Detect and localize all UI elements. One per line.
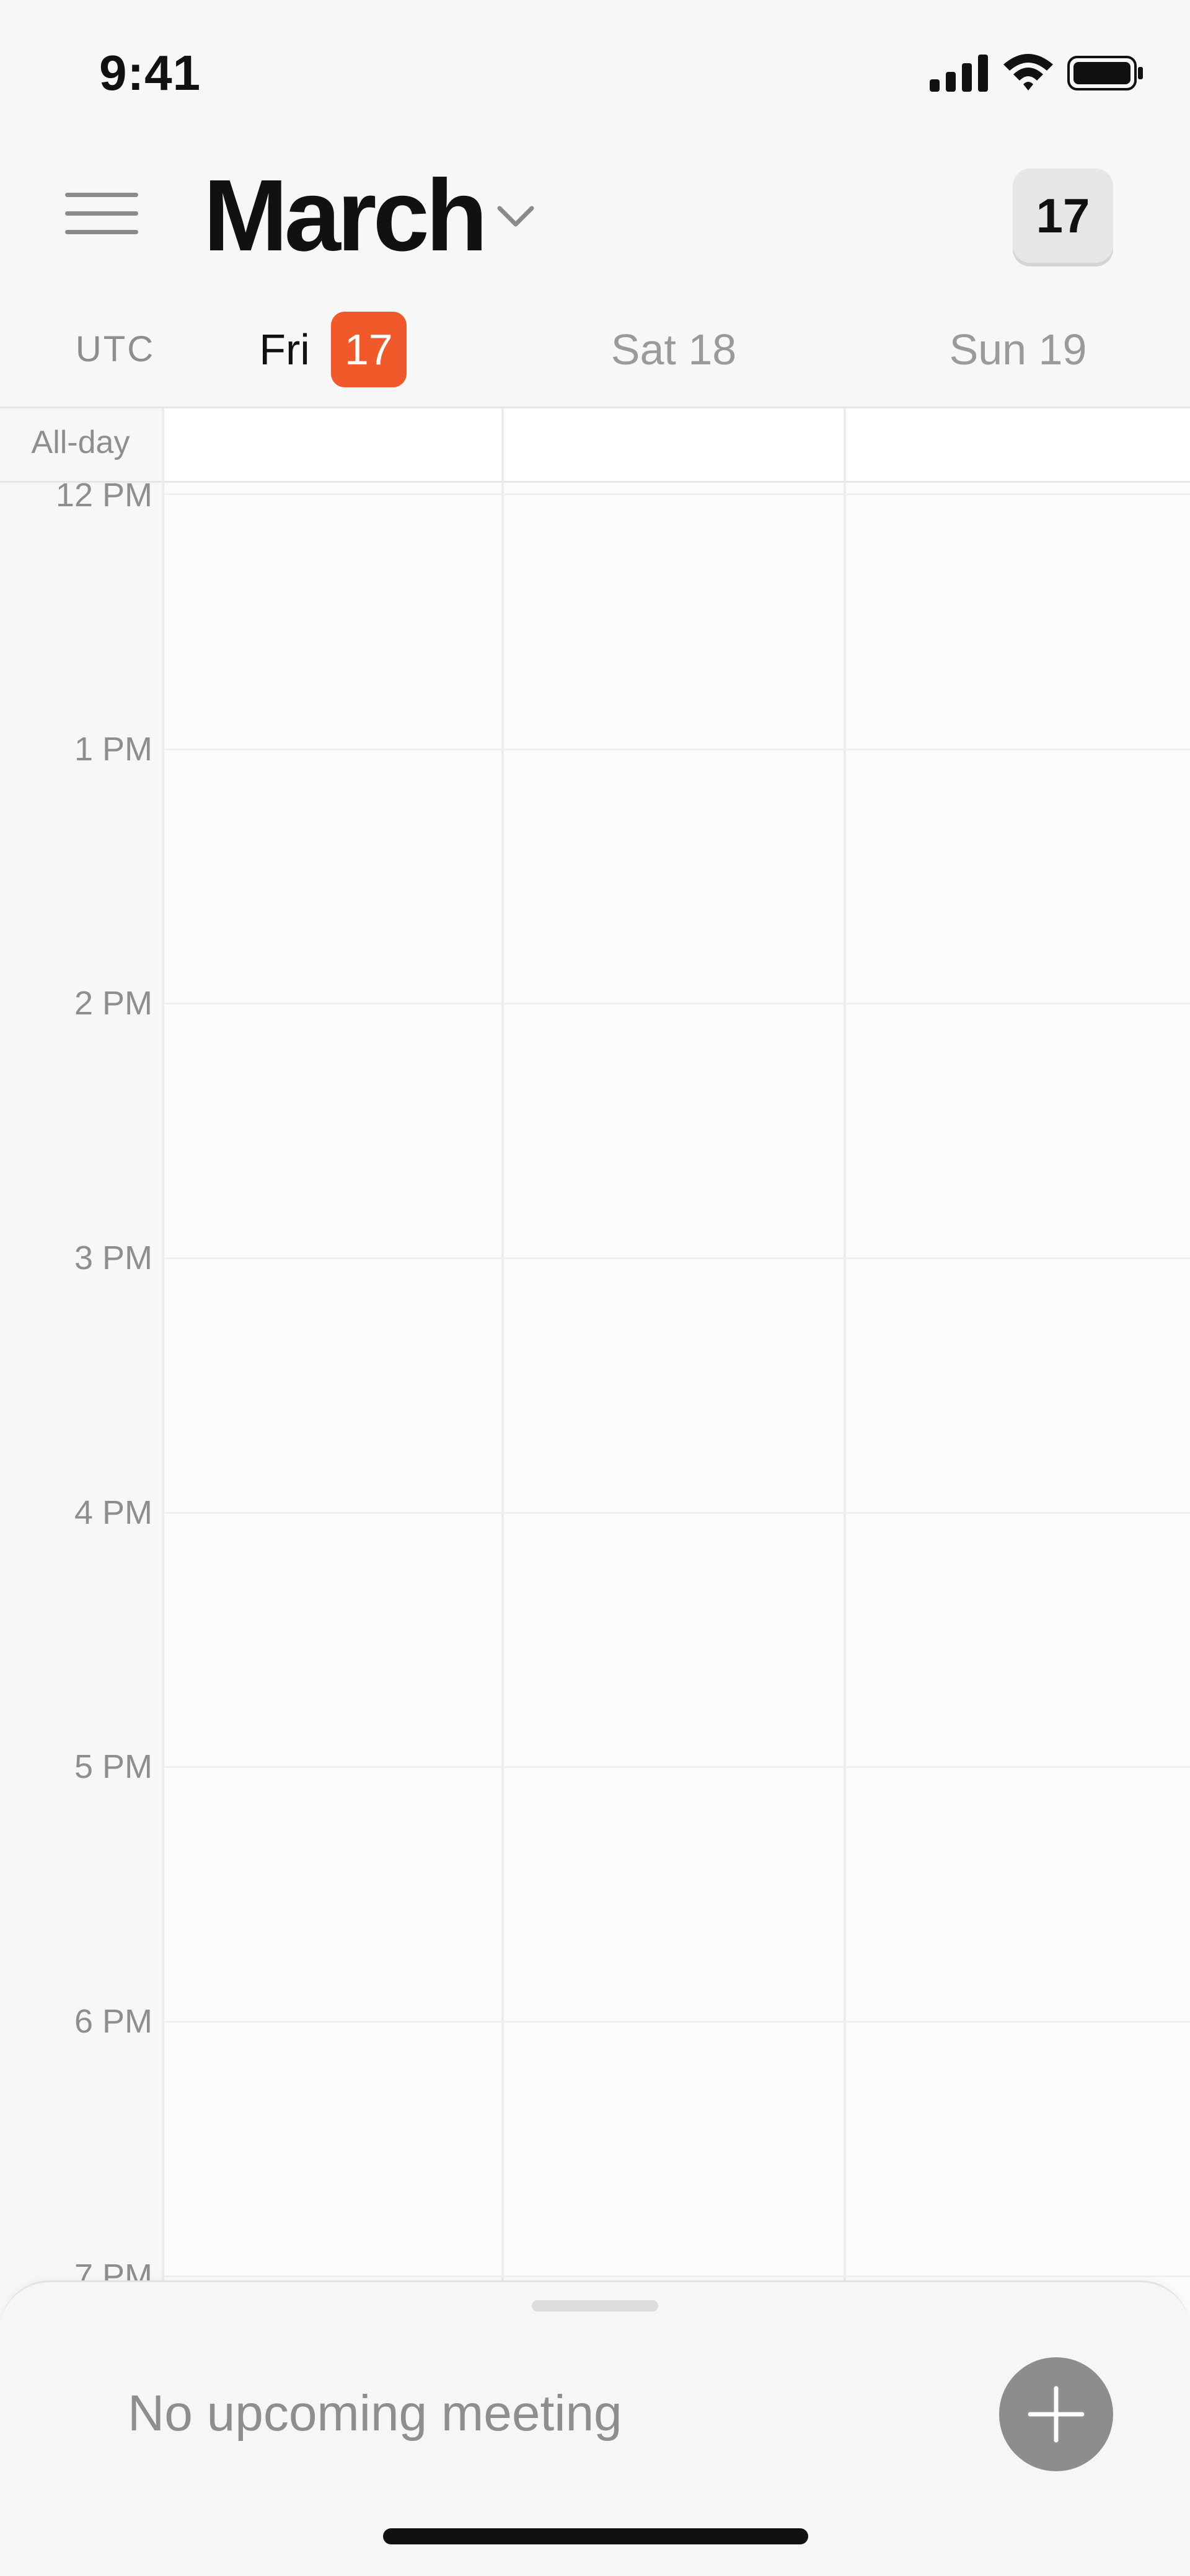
hour-line (164, 2275, 1190, 2277)
allday-cell-sat[interactable] (504, 408, 844, 481)
status-bar: 9:41 (0, 0, 1190, 146)
hour-line (164, 2021, 1190, 2023)
column-divider (501, 408, 504, 2576)
column-divider (844, 408, 846, 2576)
hour-line (164, 493, 1190, 495)
today-button[interactable]: 17 (1013, 169, 1113, 263)
hour-line (164, 1257, 1190, 1259)
hour-line (164, 1003, 1190, 1004)
hour-line (164, 1766, 1190, 1768)
menu-icon[interactable] (65, 189, 138, 237)
home-indicator (383, 2528, 808, 2544)
day-name: Sun 19 (949, 325, 1087, 374)
day-column-sat[interactable] (504, 483, 844, 2576)
hour-line (164, 749, 1190, 750)
hour-line (164, 1512, 1190, 1514)
hour-label: 5 PM (74, 1748, 152, 1785)
day-name: Fri (259, 325, 310, 374)
day-name: Sat 18 (610, 325, 737, 374)
battery-icon (1067, 56, 1143, 90)
hour-label: 3 PM (74, 1239, 152, 1277)
hour-label: 12 PM (55, 477, 152, 514)
plus-icon (1028, 2386, 1085, 2443)
chevron-down-icon[interactable] (496, 202, 536, 232)
day-column-sun[interactable] (846, 483, 1190, 2576)
column-divider (162, 408, 164, 2576)
sheet-drag-handle[interactable] (532, 2300, 658, 2311)
cellular-signal-icon (930, 55, 988, 92)
day-column-fri[interactable] (164, 483, 501, 2576)
hour-label: 1 PM (74, 731, 152, 768)
status-time: 9:41 (99, 45, 201, 100)
allday-cell-fri[interactable] (164, 408, 501, 481)
allday-label: All-day (31, 424, 130, 460)
hour-label: 4 PM (74, 1494, 152, 1531)
month-title[interactable]: March (203, 162, 488, 269)
allday-cell-sun[interactable] (846, 408, 1190, 481)
hour-label: 6 PM (74, 2003, 152, 2040)
calendar-app: 9:41 March 17 UTC Fri 17 Sat 18 Sun 19 A… (0, 0, 1190, 2576)
today-date-badge: 17 (330, 312, 407, 387)
day-header-sun[interactable]: Sun 19 (846, 311, 1190, 388)
hour-label: 2 PM (74, 985, 152, 1022)
day-header-fri[interactable]: Fri 17 (164, 311, 501, 388)
no-upcoming-meeting-text: No upcoming meeting (128, 2385, 622, 2442)
add-event-button[interactable] (999, 2357, 1113, 2471)
day-header-sat[interactable]: Sat 18 (504, 311, 844, 388)
wifi-icon (1003, 54, 1053, 90)
